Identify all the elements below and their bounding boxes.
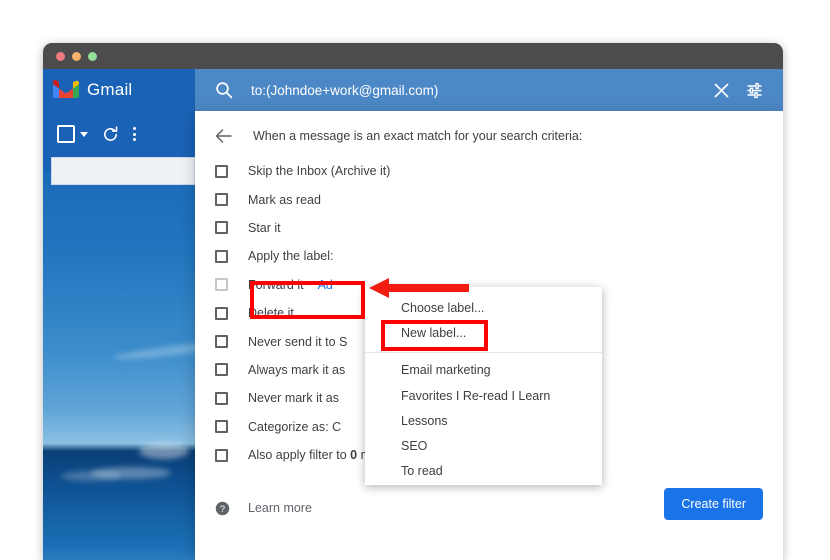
filter-row-star-it[interactable]: Star it	[195, 214, 783, 242]
filter-row-label: Forward it	[248, 277, 304, 292]
cloud-decoration	[91, 467, 171, 479]
checkbox-forward-it	[215, 278, 228, 292]
checkbox-mark-as-read[interactable]	[215, 193, 228, 207]
chevron-down-icon	[80, 131, 88, 137]
help-circle-icon[interactable]: ?	[215, 501, 230, 516]
menu-top-spacer	[365, 287, 602, 295]
checkbox-categorize-as[interactable]	[215, 420, 228, 434]
dialog-footer: ? Learn more Create filter	[195, 484, 783, 532]
menu-item-label: Email marketing	[401, 363, 491, 378]
menu-item-email-marketing[interactable]: Email marketing	[365, 358, 602, 383]
more-vertical-icon[interactable]	[133, 127, 136, 141]
filter-row-mark-as-read[interactable]: Mark as read	[195, 185, 783, 213]
menu-divider	[365, 351, 602, 353]
screenshot-stage: Gmail to:(Johndoe+work@gmail.com) When a…	[0, 0, 830, 560]
checkbox-always-mark-important[interactable]	[215, 363, 228, 377]
filter-row-label: Skip the Inbox (Archive it)	[248, 164, 391, 179]
dialog-header: When a message is an exact match for you…	[195, 111, 783, 161]
select-all-control[interactable]	[57, 125, 88, 143]
tune-filter-icon[interactable]	[746, 82, 763, 99]
checkbox-also-apply-filter[interactable]	[215, 448, 228, 462]
add-forwarding-address-link[interactable]: Ad	[318, 278, 333, 292]
mail-list-row-placeholder	[51, 157, 195, 185]
filter-row-label: Delete it	[248, 306, 294, 321]
label-dropdown-menu: Choose label... New label... Email marke…	[365, 287, 602, 485]
filter-row-label: Categorize as: C	[248, 419, 342, 434]
menu-item-to-read[interactable]: To read	[365, 459, 602, 484]
checkbox-skip-inbox[interactable]	[215, 164, 228, 178]
checkbox-never-send-to-spam[interactable]	[215, 335, 228, 349]
menu-item-favorites-reread-learn[interactable]: Favorites I Re-read I Learn	[365, 383, 602, 408]
browser-window: Gmail to:(Johndoe+work@gmail.com) When a…	[43, 43, 783, 560]
menu-item-new-label[interactable]: New label...	[365, 320, 602, 345]
maximize-window-dot[interactable]	[88, 52, 97, 61]
filter-row-skip-inbox[interactable]: Skip the Inbox (Archive it)	[195, 157, 783, 185]
learn-more-link[interactable]: Learn more	[248, 501, 312, 515]
menu-item-choose-label[interactable]: Choose label...	[365, 295, 602, 320]
checkbox-apply-the-label[interactable]	[215, 249, 228, 263]
filter-row-label: Always mark it as	[248, 362, 346, 377]
arrow-left-icon[interactable]	[215, 128, 233, 144]
filter-row-apply-the-label[interactable]: Apply the label:	[195, 242, 783, 270]
gmail-m-logo-icon	[53, 79, 79, 99]
checkbox-icon	[57, 125, 75, 143]
filter-row-label: Mark as read	[248, 192, 321, 207]
menu-item-label: Favorites I Re-read I Learn	[401, 388, 551, 403]
filter-row-label: Never send it to S	[248, 334, 348, 349]
checkbox-delete-it[interactable]	[215, 306, 228, 320]
search-input[interactable]: to:(Johndoe+work@gmail.com)	[251, 83, 713, 98]
dialog-title: When a message is an exact match for you…	[253, 129, 583, 143]
cloud-decoration	[139, 443, 189, 459]
menu-item-label: Choose label...	[401, 300, 485, 315]
menu-item-label: To read	[401, 464, 443, 479]
filter-row-label: Apply the label:	[248, 249, 334, 264]
search-icon	[215, 81, 233, 99]
close-icon[interactable]	[713, 82, 730, 99]
search-actions	[713, 82, 763, 99]
search-bar[interactable]: to:(Johndoe+work@gmail.com)	[195, 69, 783, 111]
create-filter-button[interactable]: Create filter	[664, 488, 763, 520]
gmail-brand-label: Gmail	[87, 80, 133, 99]
menu-item-lessons[interactable]: Lessons	[365, 408, 602, 433]
filter-row-label: Never mark it as	[248, 391, 339, 406]
checkbox-never-mark-important[interactable]	[215, 391, 228, 405]
minimize-window-dot[interactable]	[72, 52, 81, 61]
menu-item-label: New label...	[401, 325, 467, 340]
mail-list-toolbar	[43, 111, 195, 157]
svg-text:?: ?	[220, 503, 225, 513]
menu-item-label: SEO	[401, 439, 428, 454]
refresh-icon[interactable]	[102, 125, 119, 143]
menu-item-seo[interactable]: SEO	[365, 433, 602, 458]
also-apply-prefix: Also apply filter to	[248, 448, 351, 463]
browser-titlebar	[43, 43, 783, 69]
menu-item-label: Lessons	[401, 413, 448, 428]
filter-row-label: Star it	[248, 220, 281, 235]
close-window-dot[interactable]	[56, 52, 65, 61]
checkbox-star-it[interactable]	[215, 221, 228, 235]
